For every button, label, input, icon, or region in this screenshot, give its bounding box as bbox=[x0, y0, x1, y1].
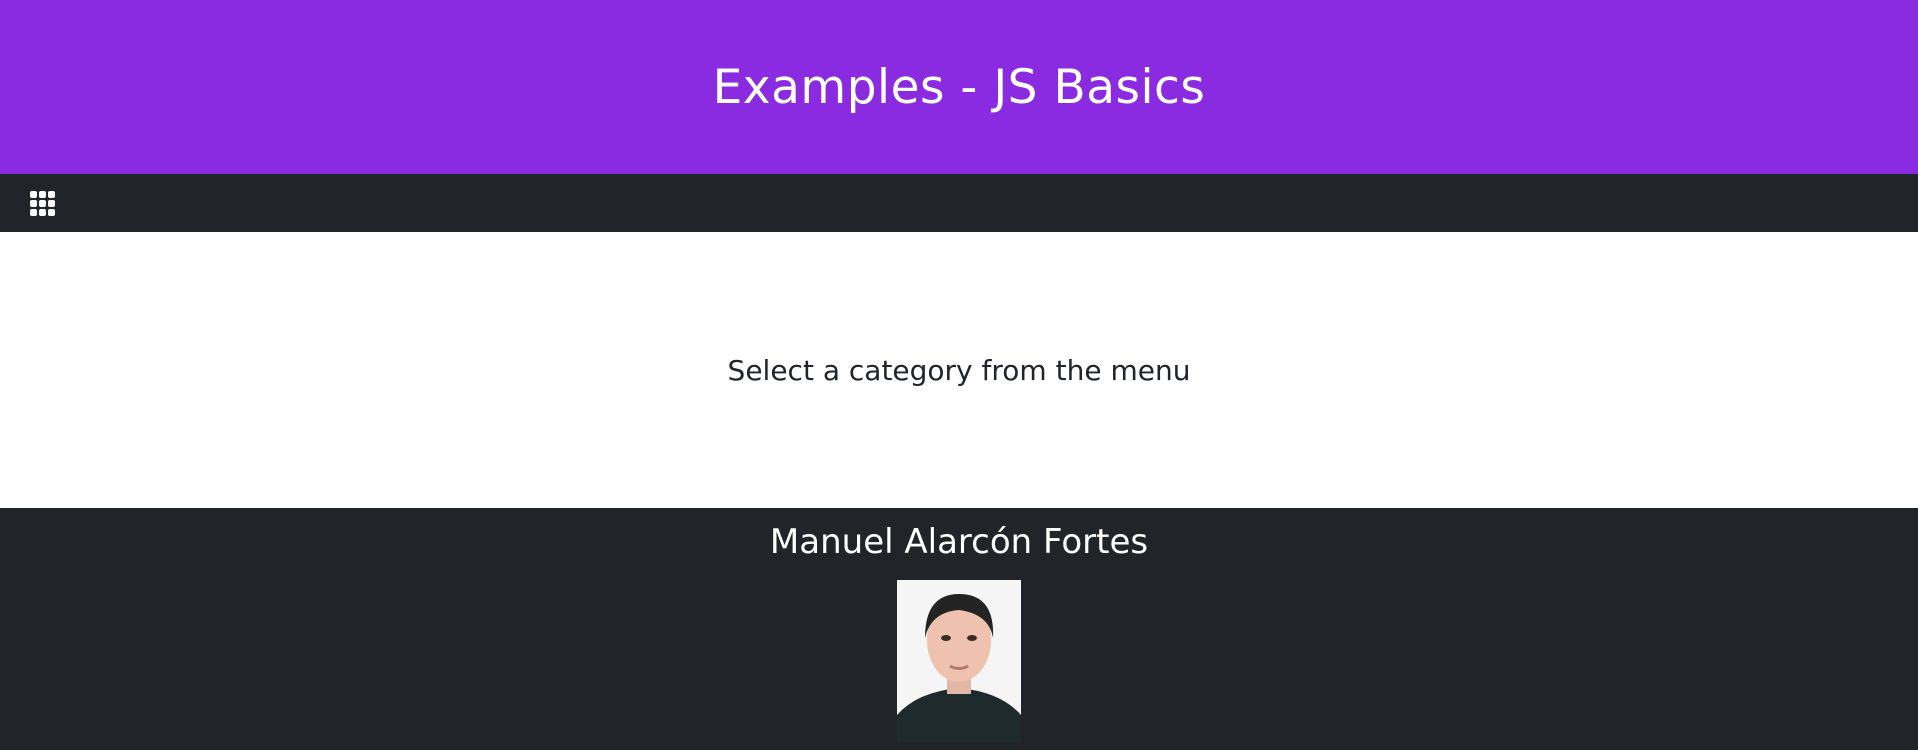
page-footer: Manuel Alarcón Fortes bbox=[0, 508, 1918, 750]
author-name: Manuel Alarcón Fortes bbox=[769, 522, 1149, 562]
page-header: Examples - JS Basics bbox=[0, 0, 1918, 174]
grid-menu-icon[interactable] bbox=[30, 190, 55, 216]
author-photo bbox=[897, 580, 1021, 742]
navbar bbox=[0, 174, 1918, 232]
select-category-message: Select a category from the menu bbox=[727, 353, 1191, 387]
page-title: Examples - JS Basics bbox=[712, 59, 1206, 115]
main-content: Select a category from the menu bbox=[0, 232, 1918, 508]
